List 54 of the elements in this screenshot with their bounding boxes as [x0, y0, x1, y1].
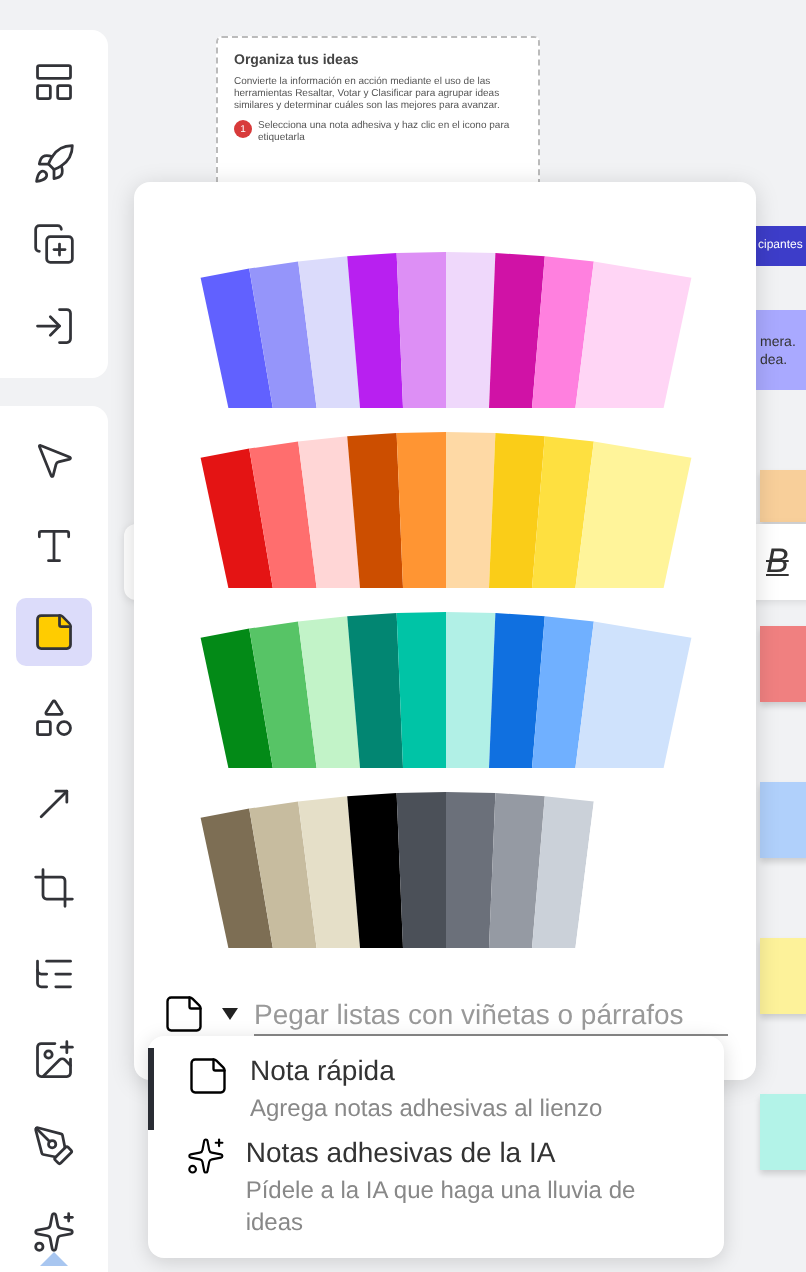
rocket-icon — [32, 141, 76, 186]
color-swatch[interactable] — [346, 613, 402, 768]
color-swatch[interactable] — [445, 612, 495, 768]
enter-icon — [32, 303, 76, 348]
color-swatch[interactable] — [297, 616, 359, 768]
menu-item-description: Agrega notas adhesivas al lienzo — [250, 1092, 603, 1125]
crop-icon — [32, 866, 76, 911]
color-swatch[interactable] — [531, 616, 593, 768]
color-swatch[interactable] — [488, 613, 544, 768]
color-swatch[interactable] — [531, 436, 593, 588]
shapes-icon — [32, 695, 76, 740]
color-swatch[interactable] — [531, 796, 593, 948]
color-swatch[interactable] — [574, 261, 691, 408]
color-swatch[interactable] — [574, 621, 691, 768]
caret-icon[interactable] — [222, 1008, 238, 1020]
color-swatch[interactable] — [445, 252, 495, 408]
color-swatch[interactable] — [531, 256, 593, 408]
color-swatch[interactable] — [574, 441, 691, 588]
menu-item[interactable]: Nota rápida Agrega notas adhesivas al lienzo — [148, 1048, 724, 1131]
menu-item-title: Notas adhesivas de la IA — [245, 1136, 558, 1169]
color-swatch[interactable] — [248, 621, 316, 768]
color-swatch[interactable] — [445, 432, 495, 588]
color-swatch[interactable] — [297, 796, 359, 948]
color-swatch[interactable] — [199, 448, 272, 588]
sparkles-icon — [186, 1136, 226, 1177]
menu-item[interactable]: Notas adhesivas de la IA Pídele a la IA que haga una lluvia de ideas — [148, 1130, 724, 1246]
color-swatch[interactable] — [346, 433, 402, 588]
menu-item-description: Pídele a la IA que haga una lluvia de ideas — [245, 1174, 638, 1240]
color-swatch[interactable] — [346, 253, 402, 408]
color-swatch[interactable] — [199, 268, 272, 408]
sticky-note-icon[interactable] — [162, 992, 206, 1036]
sparkles-icon — [32, 1209, 76, 1254]
sticky-note-icon — [186, 1054, 230, 1098]
color-swatch[interactable] — [297, 436, 359, 588]
pen-icon — [32, 1123, 76, 1168]
color-swatch[interactable] — [346, 793, 402, 948]
strikethrough-button[interactable]: B — [766, 542, 789, 582]
pointer-icon — [32, 438, 76, 483]
color-swatch[interactable] — [248, 261, 316, 408]
color-swatch[interactable] — [297, 256, 359, 408]
color-swatch[interactable] — [488, 793, 544, 948]
sticky-note-icon — [32, 609, 76, 654]
color-swatch[interactable] — [199, 808, 272, 948]
color-swatch[interactable] — [248, 441, 316, 588]
tool-button[interactable] — [16, 597, 92, 667]
color-swatch[interactable] — [248, 801, 316, 948]
add-frame-icon — [32, 222, 76, 267]
color-swatch[interactable] — [488, 433, 544, 588]
color-swatch[interactable] — [199, 628, 272, 768]
menu-item-title: Nota rápida — [250, 1054, 397, 1086]
layout-icon — [32, 60, 76, 105]
color-swatch[interactable] — [445, 792, 495, 948]
color-swatch[interactable] — [488, 253, 544, 408]
image-icon — [32, 1037, 76, 1082]
